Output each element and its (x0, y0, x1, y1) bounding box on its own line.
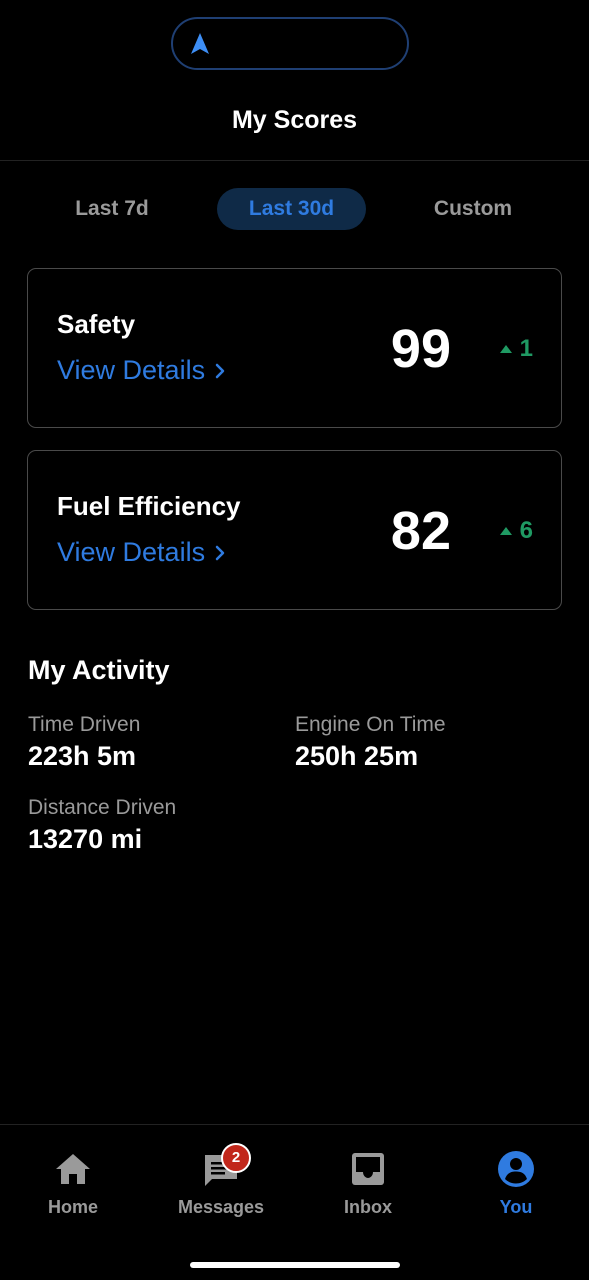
inbox-icon (352, 1153, 384, 1185)
score-value: 99 (390, 319, 451, 379)
user-icon (498, 1151, 534, 1187)
range-tabs: Last 7d Last 30d Custom (0, 188, 589, 230)
nav-item-home[interactable]: Home (13, 1149, 133, 1218)
card-title: Safety (57, 309, 136, 339)
home-indicator[interactable] (190, 1262, 400, 1268)
distance-driven-stat: Distance Driven 13270 mi (28, 796, 176, 855)
chevron-right-icon (215, 545, 225, 560)
tab-last-7d[interactable]: Last 7d (52, 188, 172, 230)
engine-on-time-stat: Engine On Time 250h 25m (295, 713, 446, 772)
trend-up-icon (499, 345, 512, 353)
header-divider (0, 160, 589, 161)
chevron-right-icon (215, 363, 225, 378)
view-details-label: View Details (57, 537, 206, 567)
score-delta: 1 (499, 335, 533, 363)
nav-label: Messages (177, 1197, 265, 1217)
tab-last-30d[interactable]: Last 30d (217, 188, 366, 230)
nav-label: Home (47, 1197, 98, 1217)
view-details-label: View Details (57, 355, 206, 385)
delta-value: 6 (519, 517, 533, 544)
activity-section-title: My Activity (28, 655, 170, 685)
nav-item-inbox[interactable]: Inbox (308, 1149, 428, 1218)
stat-label: Engine On Time (295, 713, 446, 736)
view-details-link[interactable]: View Details (57, 355, 225, 386)
nav-label: Inbox (344, 1197, 392, 1217)
nav-item-you[interactable]: You (456, 1149, 576, 1218)
nav-item-messages[interactable]: 2 Messages (161, 1143, 281, 1218)
navigation-arrow-icon (191, 33, 209, 54)
home-icon (56, 1154, 90, 1184)
app-screen: My Scores Last 7d Last 30d Custom Safety… (0, 0, 589, 1280)
score-value: 82 (390, 501, 451, 561)
unread-badge: 2 (221, 1143, 251, 1173)
tab-custom[interactable]: Custom (408, 188, 538, 230)
stat-value: 13270 mi (28, 824, 143, 854)
trend-up-icon (499, 527, 512, 535)
nav-label: You (499, 1197, 533, 1217)
stat-value: 223h 5m (28, 741, 137, 771)
delta-value: 1 (519, 335, 533, 362)
safety-score-card[interactable]: Safety View Details 99 1 (27, 268, 562, 428)
stat-label: Distance Driven (28, 796, 177, 819)
stat-value: 250h 25m (295, 741, 419, 771)
view-details-link[interactable]: View Details (57, 537, 225, 568)
card-title: Fuel Efficiency (57, 491, 241, 521)
location-status-pill[interactable] (171, 17, 409, 70)
score-delta: 6 (499, 517, 533, 545)
bottom-nav: Home 2 Messages Inbox You (0, 1125, 589, 1235)
time-driven-stat: Time Driven 223h 5m (28, 713, 140, 772)
page-title: My Scores (231, 106, 358, 134)
stat-label: Time Driven (28, 713, 141, 736)
fuel-efficiency-score-card[interactable]: Fuel Efficiency View Details 82 6 (27, 450, 562, 610)
